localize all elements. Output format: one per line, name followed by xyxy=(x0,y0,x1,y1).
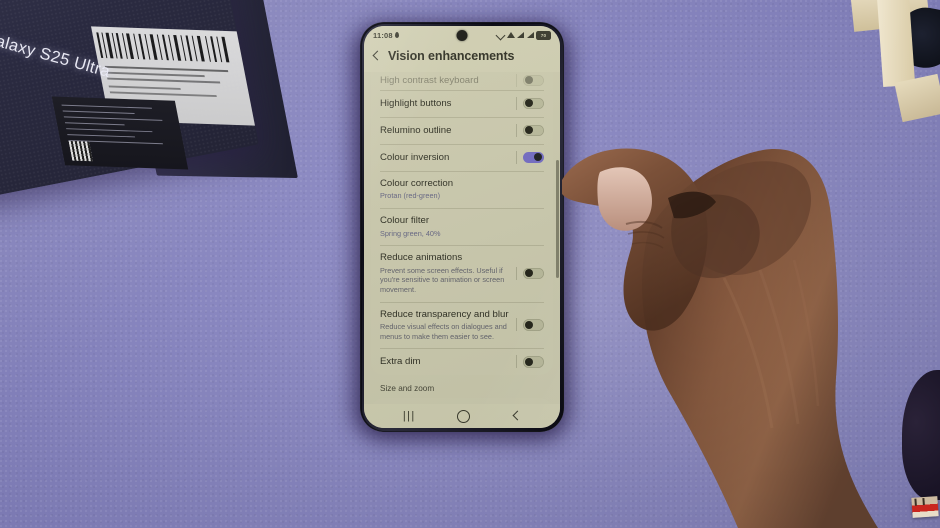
back-chevron-icon[interactable] xyxy=(371,51,382,62)
front-camera-punch-hole xyxy=(456,30,468,41)
settings-scroll-area[interactable]: High contrast keyboard Highlight buttons xyxy=(364,72,560,404)
settings-card: High contrast keyboard Highlight buttons xyxy=(371,72,553,376)
row-subtitle: Spring green, 40% xyxy=(380,228,441,238)
signal-bars-icon xyxy=(517,32,524,38)
settings-row-reduce-animations[interactable]: Reduce animations Prevent some screen ef… xyxy=(371,245,553,301)
row-title: Relumino outline xyxy=(380,124,452,136)
section-header-size-and-zoom: Size and zoom xyxy=(380,384,435,394)
toggle-colour-inversion[interactable] xyxy=(523,151,544,164)
settings-row-highlight-buttons[interactable]: Highlight buttons xyxy=(371,90,553,117)
pointing-hand xyxy=(548,128,940,528)
galaxy-s25-ultra-box: Galaxy S25 Ultra xyxy=(0,0,298,210)
navigation-bar: ||| xyxy=(364,404,560,428)
toggle-reduce-animations[interactable] xyxy=(523,267,544,280)
back-icon[interactable] xyxy=(512,412,521,421)
row-title: Extra dim xyxy=(380,355,421,367)
wood-block-2 xyxy=(876,0,916,88)
row-title: Highlight buttons xyxy=(380,97,452,109)
row-divider xyxy=(516,74,517,87)
status-icons: 70 xyxy=(495,30,551,40)
row-subtitle: Reduce visual effects on dialogues and m… xyxy=(380,322,507,341)
toggle-high-contrast-keyboard[interactable] xyxy=(523,74,544,87)
status-time: 11:08 xyxy=(373,30,393,40)
settings-row-colour-filter[interactable]: Colour filter Spring green, 40% xyxy=(371,208,553,245)
row-title: Colour filter xyxy=(380,215,430,227)
signal-bars-icon-2 xyxy=(526,32,534,38)
row-subtitle: Protan (red-green) xyxy=(380,191,441,201)
box-qr-code xyxy=(68,140,93,162)
scene-photo: Galaxy S25 Ultra 11:08 70 Vision enhance… xyxy=(0,0,940,528)
wifi-icon xyxy=(506,32,515,38)
battery-icon: 70 xyxy=(536,30,551,40)
settings-row-relumino-outline[interactable]: Relumino outline xyxy=(371,117,553,144)
home-icon[interactable] xyxy=(457,409,471,423)
page-title: Vision enhancements xyxy=(388,49,515,63)
row-divider xyxy=(516,318,517,332)
settings-row-extra-dim[interactable]: Extra dim xyxy=(371,348,553,375)
location-pin-icon xyxy=(395,32,400,38)
row-divider xyxy=(516,355,517,369)
row-divider xyxy=(516,97,517,110)
toggle-extra-dim[interactable] xyxy=(523,356,544,368)
toggle-relumino-outline[interactable] xyxy=(523,124,544,137)
recents-icon[interactable]: ||| xyxy=(403,410,416,422)
row-title: Colour correction xyxy=(380,178,454,189)
samsung-phone: 11:08 70 Vision enhancements High contra… xyxy=(360,22,564,432)
row-divider xyxy=(516,151,517,164)
app-header: Vision enhancements xyxy=(364,44,560,72)
toggle-highlight-buttons[interactable] xyxy=(523,97,544,110)
row-title: High contrast keyboard xyxy=(380,74,479,86)
wood-block-3 xyxy=(894,73,940,123)
settings-row-high-contrast-keyboard[interactable]: High contrast keyboard xyxy=(371,72,553,90)
row-divider xyxy=(516,124,517,137)
status-time-group: 11:08 xyxy=(373,30,400,40)
settings-row-colour-correction[interactable]: Colour correction Protan (red-green) xyxy=(371,171,553,208)
toggle-reduce-transparency-and-blur[interactable] xyxy=(523,319,544,331)
row-title: Colour inversion xyxy=(380,151,450,163)
row-subtitle: Prevent some screen effects. Useful if y… xyxy=(380,265,505,294)
row-divider xyxy=(516,266,517,280)
phone-screen: 11:08 70 Vision enhancements High contra… xyxy=(364,26,560,428)
box-spec-label xyxy=(51,96,189,170)
cast-icon xyxy=(495,30,506,40)
settings-row-reduce-transparency-and-blur[interactable]: Reduce transparency and blur Reduce visu… xyxy=(371,301,553,349)
row-title: Reduce transparency and blur xyxy=(380,308,509,320)
settings-row-colour-inversion[interactable]: Colour inversion xyxy=(371,144,553,171)
row-title: Reduce animations xyxy=(380,252,463,264)
